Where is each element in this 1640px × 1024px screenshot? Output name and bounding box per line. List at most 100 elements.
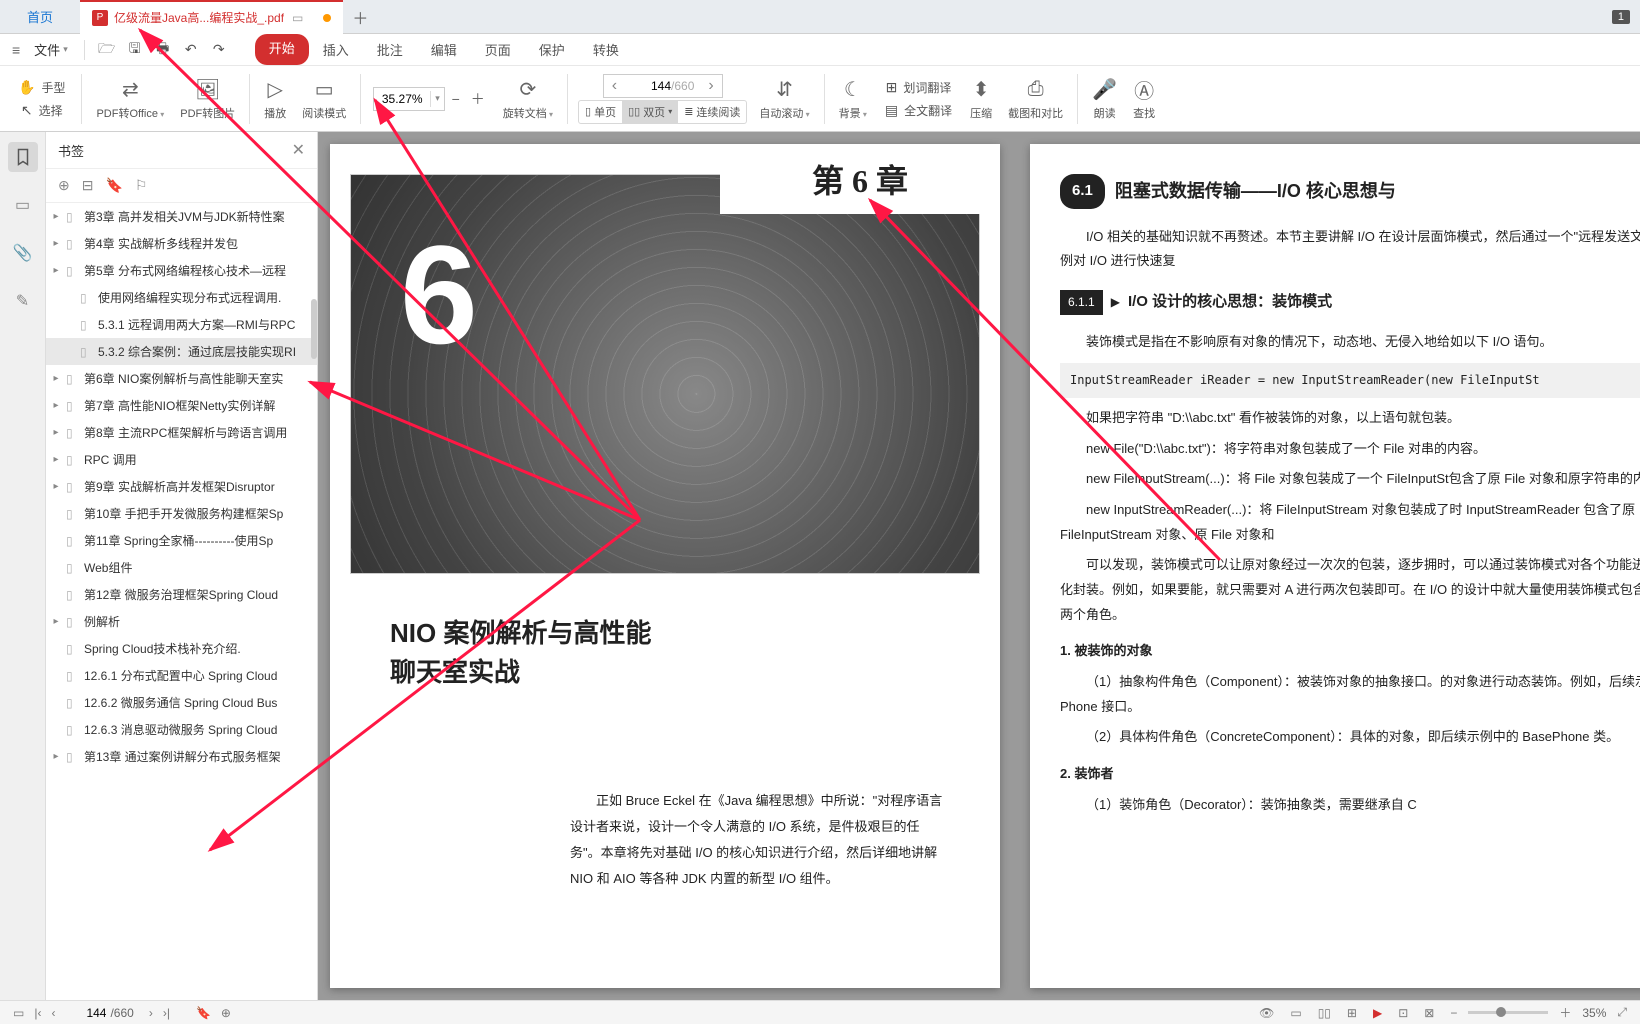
hand-tool[interactable]: ✋手型 [12, 77, 71, 98]
menu-tab-start[interactable]: 开始 [255, 34, 309, 65]
signature-tab[interactable]: ✎ [8, 286, 38, 316]
menu-tab-protect[interactable]: 保护 [525, 34, 579, 65]
last-page-button[interactable]: ›| [158, 1006, 175, 1020]
compress-button[interactable]: ⬍压缩 [962, 75, 1000, 123]
menu-tab-insert[interactable]: 插入 [309, 34, 363, 65]
sb-page-input[interactable] [70, 1006, 106, 1020]
double-page-button[interactable]: ▯▯双页▾ [622, 100, 678, 124]
bookmark-icon[interactable]: 🔖 [105, 177, 122, 194]
zoom-out-button[interactable]: − [445, 91, 467, 107]
save-button[interactable]: 🖫 [123, 38, 147, 62]
sb-tool1[interactable]: ▭ [1285, 1006, 1306, 1020]
read-aloud-button[interactable]: 🎤朗读 [1084, 75, 1125, 123]
bookmark-item[interactable]: ▯5.3.2 综合案例：通过底层技能实现RI [46, 338, 317, 365]
menu-tab-edit[interactable]: 编辑 [417, 34, 471, 65]
expand-icon[interactable]: ▸ [50, 373, 62, 384]
sb-bookmark-button[interactable]: 🔖 [191, 1006, 216, 1020]
redo-button[interactable]: ↷ [207, 38, 231, 62]
select-tool[interactable]: ↖选择 [15, 100, 69, 121]
pdf-to-office-button[interactable]: ⇄PDF转Office [88, 75, 172, 123]
expand-icon[interactable]: ▸ [50, 481, 62, 492]
read-mode-button[interactable]: ▭阅读模式 [294, 75, 354, 123]
prev-page-button-sb[interactable]: ‹ [46, 1006, 60, 1020]
file-tab[interactable]: P 亿级流量Java高...编程实战_.pdf ▭ [80, 0, 343, 34]
sb-expand[interactable]: ⤢ [1612, 1005, 1632, 1020]
bookmark-list[interactable]: ▸▯第3章 高并发相关JVM与JDK新特性案▸▯第4章 实战解析多线程并发包▸▯… [46, 203, 317, 1000]
bookmark-item[interactable]: ▯5.3.1 远程调用两大方案—RMI与RPC [46, 311, 317, 338]
screenshot-button[interactable]: ⎙截图和对比 [1000, 75, 1071, 123]
bookmark-item[interactable]: ▯Spring Cloud技术栈补充介绍. [46, 635, 317, 662]
bookmarks-tab[interactable] [8, 142, 38, 172]
bookmark-item[interactable]: ▸▯第6章 NIO案例解析与高性能聊天室实 [46, 365, 317, 392]
bookmark-item[interactable]: ▯第11章 Spring全家桶----------使用Sp [46, 527, 317, 554]
zoom-slider[interactable] [1468, 1011, 1548, 1014]
menu-tab-annotate[interactable]: 批注 [363, 34, 417, 65]
window-count-badge[interactable]: 1 [1612, 10, 1630, 24]
menu-tab-page[interactable]: 页面 [471, 34, 525, 65]
expand-icon[interactable]: ▸ [50, 211, 62, 222]
sb-play[interactable]: ▶ [1368, 1006, 1387, 1020]
bookmark-item[interactable]: ▸▯第9章 实战解析高并发框架Disruptor [46, 473, 317, 500]
first-page-button[interactable]: |‹ [29, 1006, 46, 1020]
add-tab-button[interactable]: ＋ [343, 0, 377, 34]
thumbnails-tab[interactable]: ▭ [8, 190, 38, 220]
bookmark-item[interactable]: ▸▯第8章 主流RPC框架解析与跨语言调用 [46, 419, 317, 446]
expand-icon[interactable]: ▸ [50, 427, 62, 438]
attachments-tab[interactable]: 📎 [8, 238, 38, 268]
pdf-to-image-button[interactable]: 🖼PDF转图片 [172, 75, 243, 123]
file-menu[interactable]: 文件 [28, 40, 74, 59]
page-input[interactable] [625, 79, 671, 93]
expand-icon[interactable]: ▸ [50, 751, 62, 762]
bookmark-item[interactable]: ▸▯例解析 [46, 608, 317, 635]
sb-fit2[interactable]: ⊠ [1419, 1006, 1439, 1020]
bookmark-item[interactable]: ▸▯第4章 实战解析多线程并发包 [46, 230, 317, 257]
full-translate-button[interactable]: ▤全文翻译 [879, 100, 958, 121]
expand-icon[interactable]: ▸ [50, 265, 62, 276]
expand-icon[interactable]: ▸ [50, 238, 62, 249]
bookmark-item[interactable]: ▸▯第5章 分布式网络编程核心技术—远程 [46, 257, 317, 284]
bookmark-item[interactable]: ▯12.6.3 消息驱动微服务 Spring Cloud [46, 716, 317, 743]
rotate-button[interactable]: ⟳旋转文档 [495, 75, 561, 123]
zoom-dropdown[interactable]: ▾ [431, 93, 444, 104]
bookmark-item[interactable]: ▯第10章 手把手开发微服务构建框架Sp [46, 500, 317, 527]
word-translate-button[interactable]: ⊞划词翻译 [880, 77, 958, 98]
continuous-button[interactable]: ≣连续阅读 [678, 100, 746, 124]
add-bookmark-button[interactable]: ⊕ [58, 177, 70, 194]
sidebar-toggle[interactable]: ▭ [8, 1006, 29, 1020]
bookmark-item[interactable]: ▯Web组件 [46, 554, 317, 581]
next-page-button[interactable]: › [700, 77, 721, 95]
expand-icon[interactable]: ▸ [50, 616, 62, 627]
zoom-in-button[interactable]: ＋ [467, 89, 489, 109]
close-panel-button[interactable]: ✕ [292, 140, 305, 160]
bookmark-item[interactable]: ▯第12章 微服务治理框架Spring Cloud [46, 581, 317, 608]
bookmark-outline-icon[interactable]: ⚐ [135, 177, 148, 194]
undo-button[interactable]: ↶ [179, 38, 203, 62]
expand-icon[interactable]: ▸ [50, 400, 62, 411]
next-page-button-sb[interactable]: › [144, 1006, 158, 1020]
document-viewport[interactable]: 第 6 章 6 NIO 案例解析与高性能 聊天室实战 正如 Bruce Ecke… [318, 132, 1640, 1000]
hamburger-icon[interactable]: ≡ [8, 42, 24, 58]
autoscroll-button[interactable]: ⇵自动滚动 [751, 75, 817, 123]
single-page-button[interactable]: ▯单页 [579, 100, 622, 124]
home-tab[interactable]: 首页 [0, 0, 80, 34]
expand-icon[interactable]: ▸ [50, 454, 62, 465]
bookmark-item[interactable]: ▯12.6.1 分布式配置中心 Spring Cloud [46, 662, 317, 689]
background-button[interactable]: ☾背景 [831, 75, 875, 123]
open-button[interactable]: 🗁 [95, 38, 119, 62]
sb-add-button[interactable]: ⊕ [216, 1006, 236, 1020]
sb-zoom-in[interactable]: ＋ [1554, 1004, 1576, 1021]
sb-fit1[interactable]: ⊡ [1393, 1006, 1413, 1020]
bookmark-item[interactable]: ▸▯第3章 高并发相关JVM与JDK新特性案 [46, 203, 317, 230]
collapse-button[interactable]: ⊟ [82, 177, 94, 194]
bookmark-item[interactable]: ▯12.6.2 微服务通信 Spring Cloud Bus [46, 689, 317, 716]
scrollbar-thumb[interactable] [311, 299, 317, 359]
zoom-input[interactable] [374, 92, 430, 106]
play-button[interactable]: ▷播放 [256, 75, 294, 123]
bookmark-item[interactable]: ▯使用网络编程实现分布式远程调用. [46, 284, 317, 311]
find-button[interactable]: Ⓐ查找 [1125, 75, 1163, 123]
sb-tool3[interactable]: ⊞ [1342, 1006, 1362, 1020]
prev-page-button[interactable]: ‹ [604, 77, 625, 95]
menu-tab-convert[interactable]: 转换 [579, 34, 633, 65]
bookmark-item[interactable]: ▸▯RPC 调用 [46, 446, 317, 473]
sb-zoom-out[interactable]: − [1445, 1006, 1462, 1020]
